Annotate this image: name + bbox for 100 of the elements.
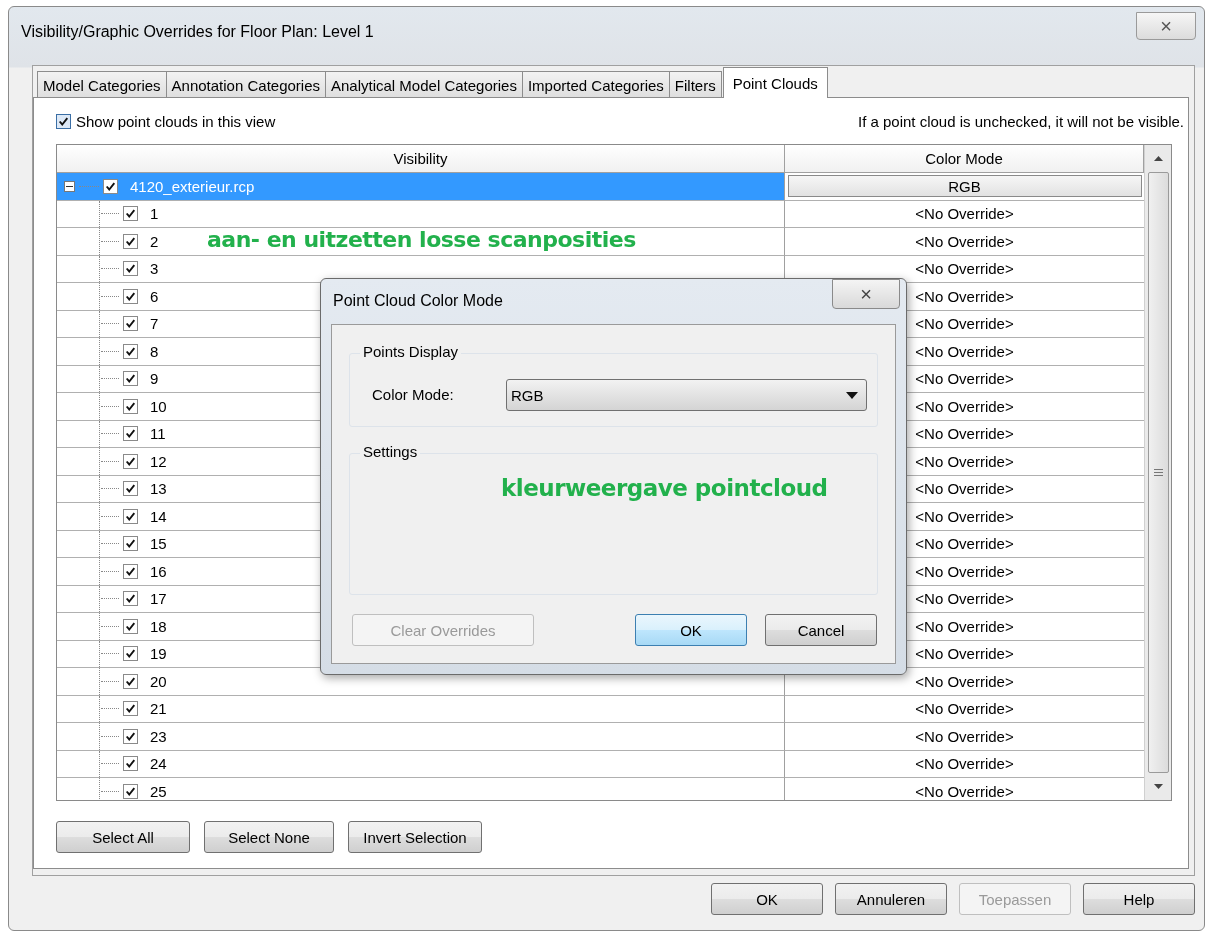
dialog-title: Point Cloud Color Mode — [333, 292, 503, 310]
checkbox[interactable] — [123, 206, 138, 222]
tab[interactable]: Annotation Categories — [165, 71, 326, 98]
table-cell: <No Override> — [915, 507, 1014, 525]
table-cell: <No Override> — [915, 397, 1014, 415]
checkbox[interactable] — [123, 618, 138, 634]
checkbox[interactable] — [123, 701, 138, 717]
tree-item-label[interactable]: 8 — [150, 342, 159, 360]
select-all-button[interactable]: Select All — [56, 821, 190, 853]
scroll-down-icon[interactable] — [1153, 784, 1163, 789]
cancel-button[interactable]: Annuleren — [835, 883, 947, 915]
table-cell: <No Override> — [915, 232, 1014, 250]
close-button[interactable]: × — [832, 279, 900, 309]
checkbox[interactable] — [123, 453, 138, 469]
help-button[interactable]: Help — [1083, 883, 1195, 915]
table-cell: <No Override> — [915, 617, 1014, 635]
window-title: Visibility/Graphic Overrides for Floor Plan: Level 1 — [21, 23, 374, 41]
tree-item-label[interactable]: 17 — [150, 590, 167, 608]
checkbox[interactable] — [123, 591, 138, 607]
tree-item-label[interactable]: 15 — [150, 535, 167, 553]
group-label: Points Display — [360, 343, 462, 360]
tree-item-label[interactable]: 18 — [150, 617, 167, 635]
table-cell: <No Override> — [915, 562, 1014, 580]
tree-item-label[interactable]: 21 — [150, 700, 167, 718]
checkbox[interactable] — [123, 646, 138, 662]
color-mode-button[interactable]: RGB — [787, 175, 1142, 198]
checkbox[interactable] — [123, 783, 138, 799]
collapse-icon[interactable] — [64, 180, 75, 192]
close-button[interactable]: × — [1136, 12, 1196, 40]
column-header[interactable]: Color Mode — [785, 145, 1144, 173]
tree-item-label[interactable]: 1 — [150, 205, 159, 223]
tree-item-label[interactable]: 12 — [150, 452, 167, 470]
annotation-text: kleurweergave pointcloud — [501, 475, 828, 501]
grip-icon — [1153, 469, 1163, 476]
tree-item-label[interactable]: 24 — [150, 755, 167, 773]
checkbox[interactable] — [123, 343, 138, 359]
table-cell: <No Override> — [915, 342, 1014, 360]
tree-item-label[interactable]: 10 — [150, 397, 167, 415]
tree-item-label[interactable]: 7 — [150, 315, 159, 333]
table-cell: <No Override> — [915, 672, 1014, 690]
table-cell: <No Override> — [915, 425, 1014, 443]
tab[interactable]: Imported Categories — [521, 71, 670, 98]
tree-item-label[interactable]: 2 — [150, 232, 159, 250]
scroll-up-icon[interactable] — [1153, 156, 1163, 161]
tree-item-label[interactable]: 6 — [150, 287, 159, 305]
hint-text: If a point cloud is unchecked, it will not be visible. — [858, 112, 1184, 130]
checkbox-label: Show point clouds in this view — [76, 112, 276, 130]
invert-selection-button[interactable]: Invert Selection — [348, 821, 482, 853]
checkbox[interactable] — [123, 563, 138, 579]
group-label: Settings — [360, 443, 421, 460]
ok-button[interactable]: OK — [635, 614, 747, 646]
table-cell: <No Override> — [915, 260, 1014, 278]
checkbox[interactable] — [123, 673, 138, 689]
field-label: Color Mode: — [372, 386, 454, 403]
scrollbar[interactable] — [1144, 145, 1171, 800]
table-cell: <No Override> — [915, 755, 1014, 773]
checkbox[interactable] — [123, 261, 138, 277]
tab[interactable]: Analytical Model Categories — [325, 71, 523, 98]
tree-item-label[interactable]: 9 — [150, 370, 159, 388]
table-cell: <No Override> — [915, 287, 1014, 305]
tab[interactable]: Point Clouds — [722, 67, 828, 98]
checkbox[interactable] — [123, 371, 138, 387]
tree-item-label[interactable]: 13 — [150, 480, 167, 498]
table-cell: <No Override> — [915, 782, 1014, 800]
table-cell: <No Override> — [915, 700, 1014, 718]
checkbox[interactable] — [123, 426, 138, 442]
table-cell: <No Override> — [915, 645, 1014, 663]
tree-item-label[interactable]: 11 — [150, 425, 166, 443]
table-cell: <No Override> — [915, 480, 1014, 498]
table-cell: <No Override> — [915, 315, 1014, 333]
scroll-thumb[interactable] — [1147, 172, 1169, 773]
checkbox[interactable] — [123, 536, 138, 552]
select-none-button[interactable]: Select None — [204, 821, 334, 853]
checkbox[interactable] — [123, 508, 138, 524]
table-cell: <No Override> — [915, 452, 1014, 470]
checkbox[interactable] — [123, 481, 138, 497]
checkbox[interactable] — [123, 756, 138, 772]
tree-item-label[interactable]: 25 — [150, 782, 167, 800]
table-cell: <No Override> — [915, 205, 1014, 223]
tree-item-label[interactable]: 20 — [150, 672, 167, 690]
checkbox[interactable] — [103, 178, 118, 194]
tree-item-label[interactable]: 3 — [150, 260, 159, 278]
table-cell: <No Override> — [915, 590, 1014, 608]
tab[interactable]: Model Categories — [37, 71, 167, 98]
checkbox[interactable] — [123, 728, 138, 744]
checkbox[interactable] — [123, 288, 138, 304]
checkbox[interactable] — [56, 113, 71, 129]
ok-button[interactable]: OK — [711, 883, 823, 915]
caret-icon — [846, 391, 858, 399]
checkbox[interactable] — [123, 316, 138, 332]
tree-item-label[interactable]: 19 — [150, 645, 167, 663]
color-mode-dropdown[interactable]: RGB — [506, 379, 867, 411]
tree-item-label[interactable]: 16 — [150, 562, 167, 580]
tree-item-label[interactable]: 14 — [150, 507, 167, 525]
table-cell: <No Override> — [915, 535, 1014, 553]
checkbox[interactable] — [123, 398, 138, 414]
cancel-button[interactable]: Cancel — [765, 614, 877, 646]
tree-item-label[interactable]: 23 — [150, 727, 167, 745]
table-cell: <No Override> — [915, 727, 1014, 745]
checkbox[interactable] — [123, 233, 138, 249]
